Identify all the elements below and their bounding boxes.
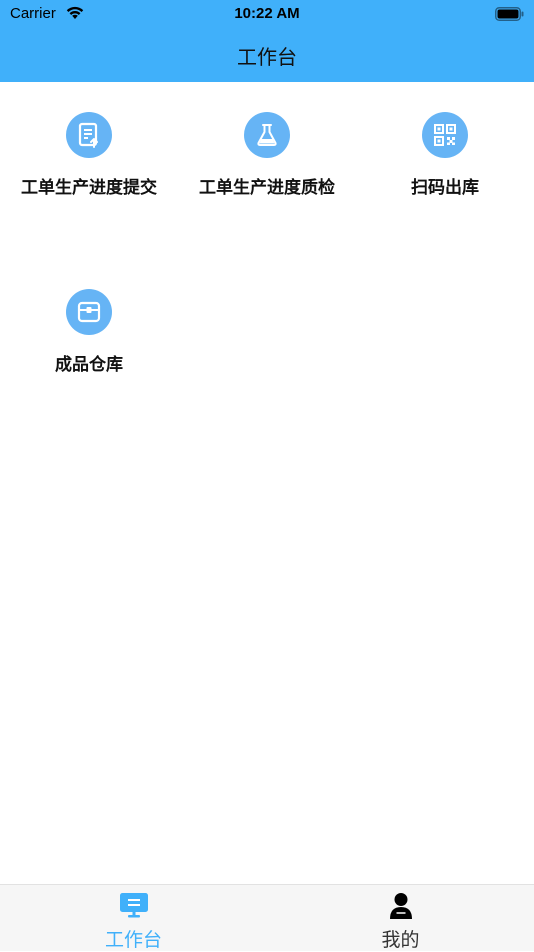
box-icon: [66, 289, 112, 335]
grid-item-label: 工单生产进度质检: [199, 178, 335, 198]
user-icon: [388, 892, 414, 924]
grid-item-progress-inspect[interactable]: 工单生产进度质检: [178, 84, 356, 204]
document-upload-icon: [66, 112, 112, 158]
grid-item-label: 工单生产进度提交: [21, 178, 157, 198]
tab-workbench[interactable]: 工作台: [0, 885, 267, 951]
qr-code-icon: [422, 112, 468, 158]
page-title: 工作台: [237, 45, 297, 69]
tab-mine[interactable]: 我的: [267, 885, 534, 951]
status-bar: Carrier 10:22 AM: [0, 0, 534, 28]
grid-item-progress-submit[interactable]: 工单生产进度提交: [0, 84, 178, 204]
app-header: Carrier 10:22 AM 工作台: [0, 0, 534, 82]
grid-item-label: 成品仓库: [55, 355, 123, 375]
tab-label: 我的: [381, 929, 420, 951]
battery-icon: [495, 6, 525, 25]
monitor-icon: [119, 892, 149, 922]
grid-item-finished-warehouse[interactable]: 成品仓库: [0, 261, 178, 381]
tab-label: 工作台: [104, 929, 162, 951]
status-time: 10:22 AM: [234, 5, 300, 22]
grid-item-label: 扫码出库: [411, 178, 479, 198]
flask-icon: [244, 112, 290, 158]
grid-item-scan-outbound[interactable]: 扫码出库: [356, 84, 534, 204]
tab-bar: 工作台 我的: [0, 884, 534, 951]
